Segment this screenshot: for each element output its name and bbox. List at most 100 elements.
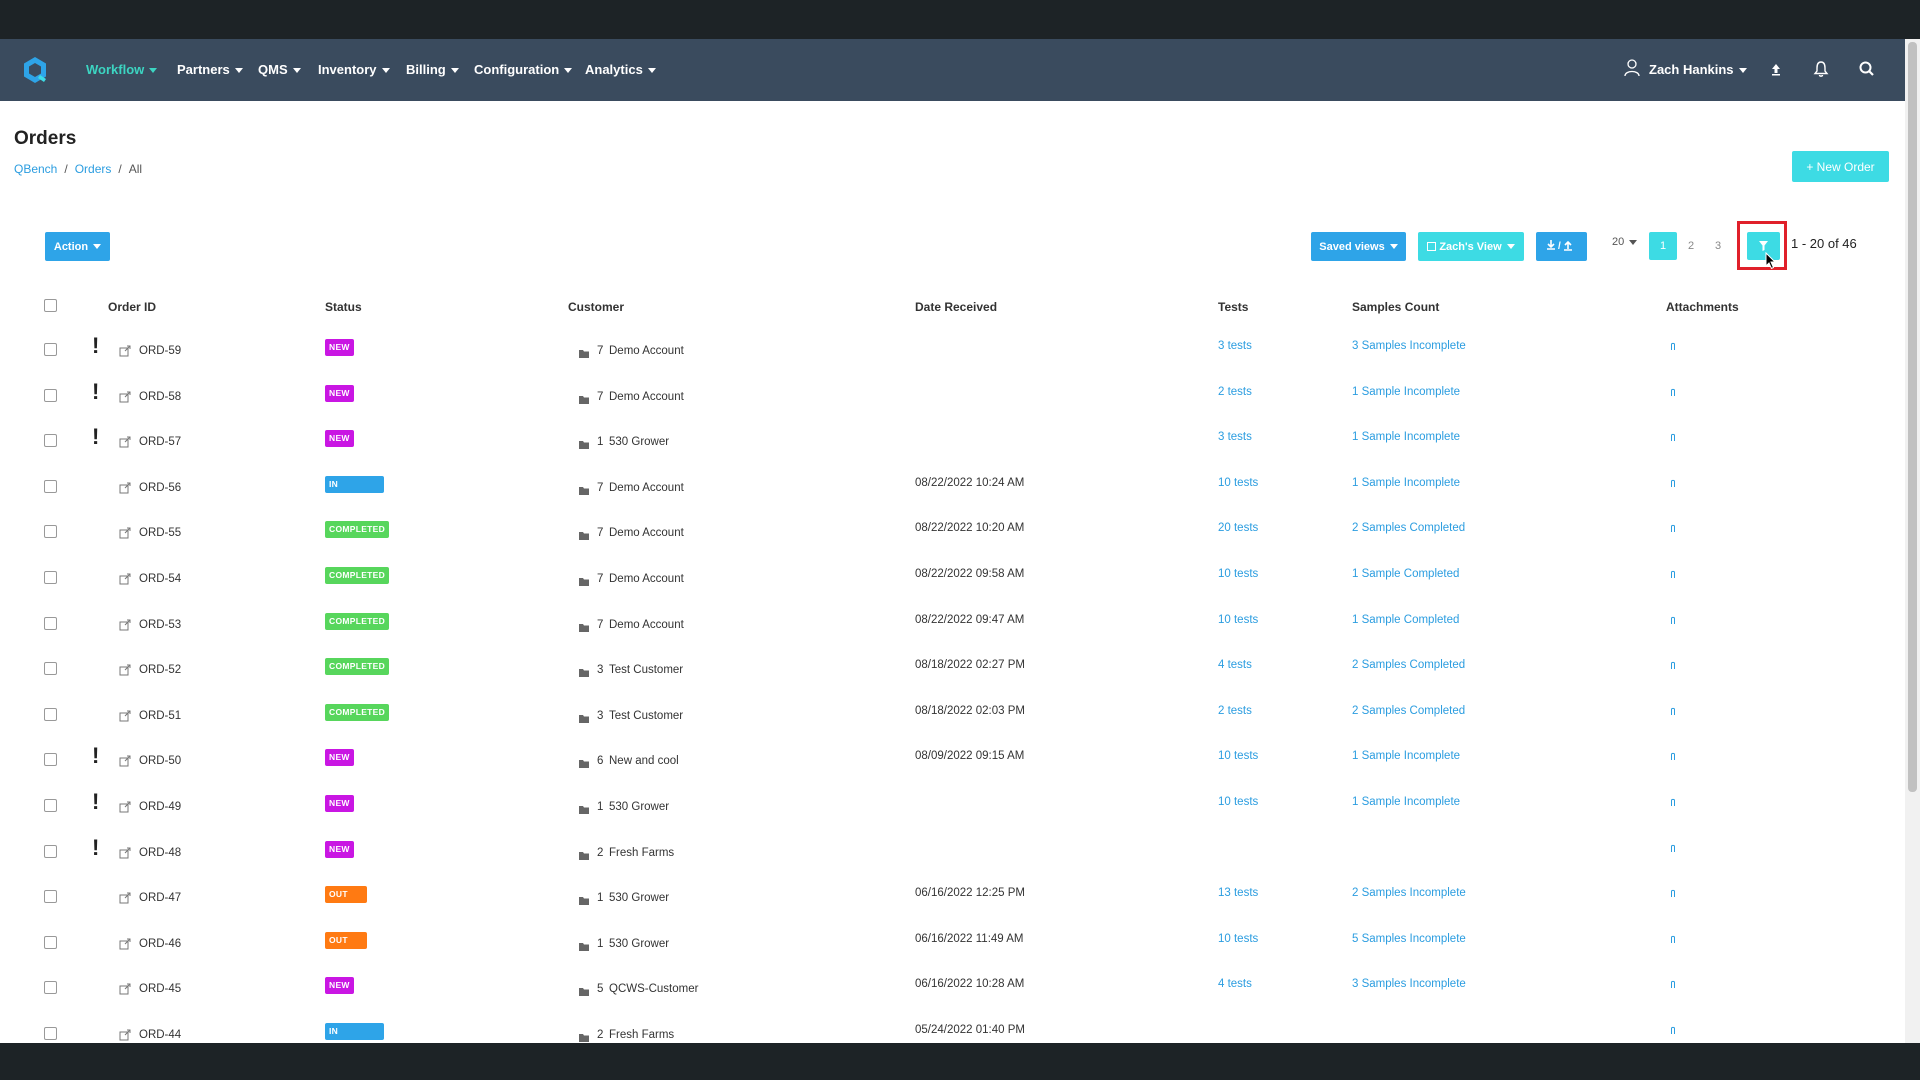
tests-link[interactable]: 2 tests <box>1218 386 1252 398</box>
open-external-icon[interactable] <box>119 846 131 859</box>
nav-item-billing[interactable]: Billing <box>406 62 459 77</box>
paperclip-icon[interactable] <box>1670 841 1676 852</box>
bell-icon[interactable] <box>1810 58 1832 80</box>
paperclip-icon[interactable] <box>1670 385 1676 396</box>
col-header-samples-count[interactable]: Samples Count <box>1352 300 1439 314</box>
samples-count-link[interactable]: 2 Samples Completed <box>1352 705 1465 717</box>
user-icon[interactable] <box>1624 59 1640 77</box>
nav-item-partners[interactable]: Partners <box>177 62 243 77</box>
row-checkbox[interactable] <box>44 845 57 858</box>
select-all-checkbox[interactable] <box>44 299 57 312</box>
paperclip-icon[interactable] <box>1670 1023 1676 1034</box>
open-external-icon[interactable] <box>119 709 131 722</box>
tests-link[interactable]: 10 tests <box>1218 933 1258 945</box>
user-menu[interactable]: Zach Hankins <box>1649 62 1747 77</box>
vertical-scrollbar[interactable] <box>1905 39 1920 1043</box>
samples-count-link[interactable]: 1 Sample Completed <box>1352 614 1459 626</box>
order-id[interactable]: ORD-54 <box>139 573 181 585</box>
samples-count-link[interactable]: 3 Samples Incomplete <box>1352 340 1466 352</box>
row-checkbox[interactable] <box>44 890 57 903</box>
open-external-icon[interactable] <box>119 390 131 403</box>
open-external-icon[interactable] <box>119 481 131 494</box>
samples-count-link[interactable]: 1 Sample Incomplete <box>1352 431 1460 443</box>
tests-link[interactable]: 13 tests <box>1218 887 1258 899</box>
search-icon[interactable] <box>1856 58 1878 80</box>
paperclip-icon[interactable] <box>1670 749 1676 760</box>
paperclip-icon[interactable] <box>1670 795 1676 806</box>
nav-item-qms[interactable]: QMS <box>258 62 301 77</box>
paperclip-icon[interactable] <box>1670 567 1676 578</box>
col-header-date-received[interactable]: Date Received <box>915 300 997 314</box>
row-checkbox[interactable] <box>44 480 57 493</box>
nav-item-inventory[interactable]: Inventory <box>318 62 390 77</box>
open-external-icon[interactable] <box>119 572 131 585</box>
row-checkbox[interactable] <box>44 662 57 675</box>
order-id[interactable]: ORD-56 <box>139 482 181 494</box>
open-external-icon[interactable] <box>119 344 131 357</box>
nav-item-configuration[interactable]: Configuration <box>474 62 573 77</box>
open-external-icon[interactable] <box>119 937 131 950</box>
order-id[interactable]: ORD-48 <box>139 847 181 859</box>
samples-count-link[interactable]: 2 Samples Completed <box>1352 522 1465 534</box>
open-external-icon[interactable] <box>119 800 131 813</box>
page-1-button[interactable]: 1 <box>1649 232 1677 260</box>
nav-item-workflow[interactable]: Workflow <box>86 62 158 77</box>
breadcrumb-orders[interactable]: Orders <box>75 162 112 176</box>
order-id[interactable]: ORD-46 <box>139 938 181 950</box>
row-checkbox[interactable] <box>44 434 57 447</box>
col-header-status[interactable]: Status <box>325 300 362 314</box>
order-id[interactable]: ORD-51 <box>139 710 181 722</box>
tests-link[interactable]: 4 tests <box>1218 659 1252 671</box>
tests-link[interactable]: 20 tests <box>1218 522 1258 534</box>
paperclip-icon[interactable] <box>1670 521 1676 532</box>
col-header-tests[interactable]: Tests <box>1218 300 1248 314</box>
open-external-icon[interactable] <box>119 435 131 448</box>
qbench-logo[interactable] <box>20 55 50 85</box>
row-checkbox[interactable] <box>44 981 57 994</box>
view-select-button[interactable]: Zach's View <box>1418 232 1524 261</box>
order-id[interactable]: ORD-58 <box>139 391 181 403</box>
samples-count-link[interactable]: 5 Samples Incomplete <box>1352 933 1466 945</box>
samples-count-link[interactable]: 1 Sample Incomplete <box>1352 750 1460 762</box>
samples-count-link[interactable]: 1 Sample Incomplete <box>1352 796 1460 808</box>
order-id[interactable]: ORD-47 <box>139 892 181 904</box>
samples-count-link[interactable]: 1 Sample Incomplete <box>1352 386 1460 398</box>
row-checkbox[interactable] <box>44 525 57 538</box>
order-id[interactable]: ORD-49 <box>139 801 181 813</box>
open-external-icon[interactable] <box>119 982 131 995</box>
tests-link[interactable]: 10 tests <box>1218 568 1258 580</box>
new-order-button[interactable]: + New Order <box>1792 151 1889 182</box>
tests-link[interactable]: 3 tests <box>1218 431 1252 443</box>
row-checkbox[interactable] <box>44 389 57 402</box>
col-header-attachments[interactable]: Attachments <box>1666 300 1739 314</box>
page-3-button[interactable]: 3 <box>1704 232 1732 260</box>
page-2-button[interactable]: 2 <box>1677 232 1705 260</box>
open-external-icon[interactable] <box>119 1028 131 1041</box>
paperclip-icon[interactable] <box>1670 886 1676 897</box>
tests-link[interactable]: 10 tests <box>1218 614 1258 626</box>
row-checkbox[interactable] <box>44 617 57 630</box>
upload-icon[interactable] <box>1765 58 1787 80</box>
scrollbar-thumb[interactable] <box>1908 42 1917 792</box>
tests-link[interactable]: 10 tests <box>1218 750 1258 762</box>
col-header-customer[interactable]: Customer <box>568 300 624 314</box>
paperclip-icon[interactable] <box>1670 339 1676 350</box>
paperclip-icon[interactable] <box>1670 430 1676 441</box>
paperclip-icon[interactable] <box>1670 613 1676 624</box>
samples-count-link[interactable]: 3 Samples Incomplete <box>1352 978 1466 990</box>
order-id[interactable]: ORD-59 <box>139 345 181 357</box>
row-checkbox[interactable] <box>44 1027 57 1040</box>
tests-link[interactable]: 10 tests <box>1218 796 1258 808</box>
open-external-icon[interactable] <box>119 618 131 631</box>
nav-item-analytics[interactable]: Analytics <box>585 62 656 77</box>
order-id[interactable]: ORD-53 <box>139 619 181 631</box>
open-external-icon[interactable] <box>119 526 131 539</box>
open-external-icon[interactable] <box>119 663 131 676</box>
row-checkbox[interactable] <box>44 343 57 356</box>
samples-count-link[interactable]: 2 Samples Incomplete <box>1352 887 1466 899</box>
paperclip-icon[interactable] <box>1670 977 1676 988</box>
order-id[interactable]: ORD-44 <box>139 1029 181 1041</box>
saved-views-button[interactable]: Saved views <box>1311 232 1406 261</box>
tests-link[interactable]: 4 tests <box>1218 978 1252 990</box>
row-checkbox[interactable] <box>44 799 57 812</box>
